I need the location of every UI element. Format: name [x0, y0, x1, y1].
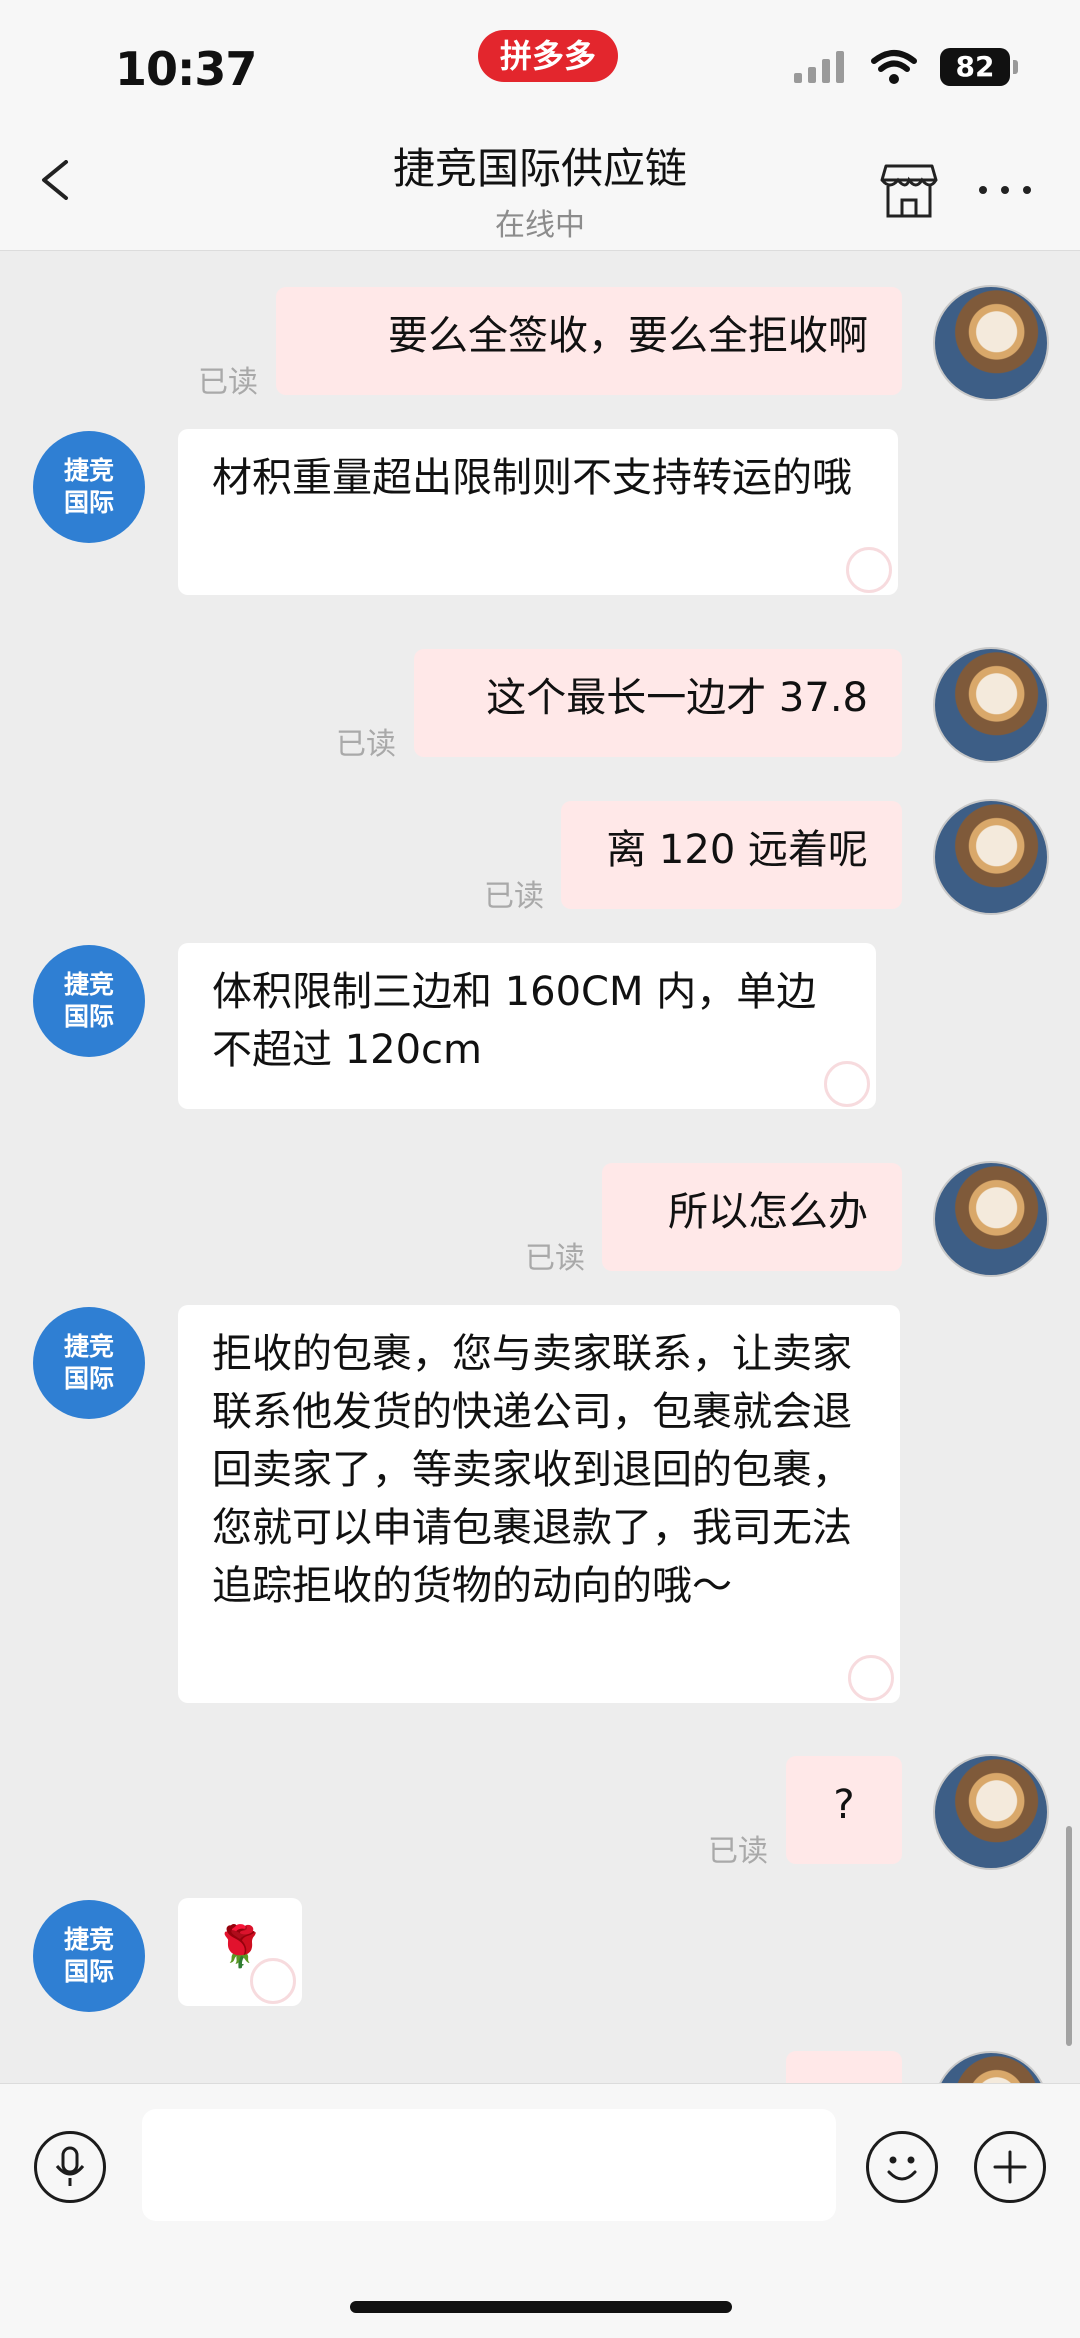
input-bar: [0, 2083, 1080, 2338]
watermark-icon: [824, 1061, 870, 1107]
smiley-icon: [887, 2156, 917, 2181]
home-indicator[interactable]: [350, 2301, 732, 2313]
signal-icon: [794, 51, 844, 83]
plus-icon: [993, 2150, 1027, 2184]
read-receipt: 已读: [708, 1834, 768, 1869]
message-bubble[interactable]: 材积重量超出限制则不支持转运的哦: [178, 429, 898, 595]
message-bubble[interactable]: 🌹: [178, 1898, 302, 2006]
app-badge: 拼多多: [478, 30, 619, 82]
scrollbar[interactable]: [1066, 1826, 1072, 2046]
my-avatar[interactable]: [933, 285, 1049, 401]
read-receipt: 已读: [525, 1241, 585, 1276]
message-bubble[interactable]: 离 120 远着呢: [561, 801, 902, 909]
emoji-button[interactable]: [866, 2131, 938, 2203]
read-receipt: 已读: [336, 727, 396, 762]
read-receipt: 已读: [484, 879, 544, 914]
watermark-icon: [848, 1655, 894, 1701]
my-avatar[interactable]: [933, 799, 1049, 915]
contact-avatar[interactable]: 捷竞 国际: [33, 431, 145, 543]
message-bubble[interactable]: 所以怎么办: [602, 1163, 902, 1271]
more-actions-button[interactable]: [974, 2131, 1046, 2203]
top-bar: 10:37 拼多多 82 捷竞国际供应链 在线中: [0, 0, 1080, 251]
message-bubble[interactable]: 体积限制三边和 160CM 内，单边不超过 120cm: [178, 943, 876, 1109]
read-receipt: 已读: [198, 365, 258, 400]
my-avatar[interactable]: [933, 2051, 1049, 2083]
message-bubble[interactable]: [786, 2051, 902, 2083]
store-icon[interactable]: [878, 160, 940, 220]
more-icon[interactable]: [975, 160, 1035, 220]
message-bubble[interactable]: 拒收的包裹，您与卖家联系，让卖家联系他发货的快递公司，包裹就会退回卖家了，等卖家…: [178, 1305, 900, 1703]
battery-icon: 82: [940, 48, 1018, 86]
watermark-icon: [846, 547, 892, 593]
my-avatar[interactable]: [933, 1754, 1049, 1870]
chat-area[interactable]: 已读 要么全签收，要么全拒收啊 捷竞 国际 材积重量超出限制则不支持转运的哦 已…: [0, 251, 1080, 2083]
contact-avatar[interactable]: 捷竞 国际: [33, 1900, 145, 2012]
contact-avatar[interactable]: 捷竞 国际: [33, 1307, 145, 1419]
message-bubble[interactable]: 要么全签收，要么全拒收啊: [276, 287, 902, 395]
my-avatar[interactable]: [933, 647, 1049, 763]
watermark-icon: [250, 1958, 296, 2004]
my-avatar[interactable]: [933, 1161, 1049, 1277]
microphone-icon: [55, 2146, 85, 2186]
wifi-icon: [871, 50, 917, 84]
message-input[interactable]: [142, 2109, 836, 2221]
message-bubble[interactable]: 这个最长一边才 37.8: [414, 649, 902, 757]
status-icons: 82: [792, 48, 1018, 86]
status-time: 10:37: [115, 42, 257, 96]
message-bubble[interactable]: ?: [786, 1756, 902, 1864]
contact-avatar[interactable]: 捷竞 国际: [33, 945, 145, 1057]
voice-button[interactable]: [34, 2131, 106, 2203]
